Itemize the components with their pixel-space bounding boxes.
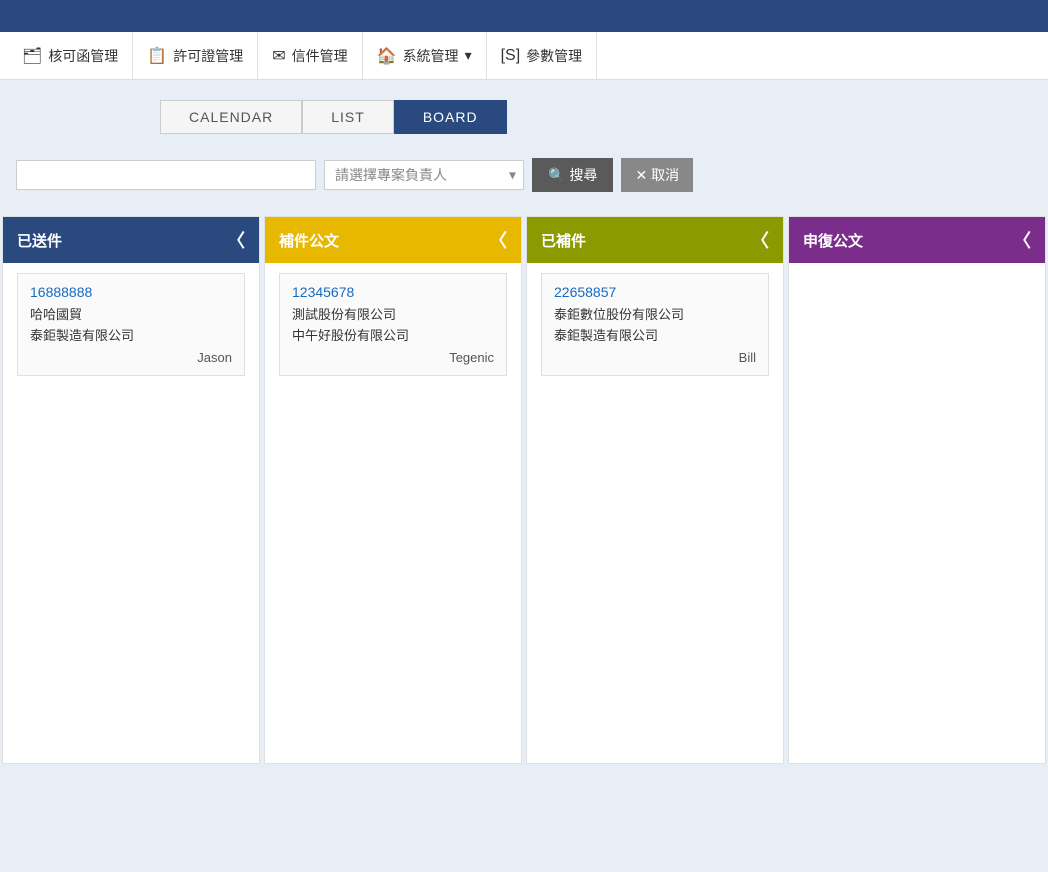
col-body-supplemented: 22658857 泰鉅數位股份有限公司泰鉅製造有限公司 Bill bbox=[527, 263, 783, 763]
card-assignee-12345678: Tegenic bbox=[292, 350, 494, 365]
board-column-supplement: 補件公文 〈 12345678 測試股份有限公司中午好股份有限公司 Tegenic bbox=[264, 216, 522, 764]
col-title-appeal: 申復公文 bbox=[803, 230, 863, 251]
search-button[interactable]: 🔍 搜尋 bbox=[532, 158, 613, 192]
dropdown-arrow-icon: ▾ bbox=[465, 47, 472, 64]
top-bar bbox=[0, 0, 1048, 32]
col-collapse-icon-sent[interactable]: 〈 bbox=[227, 227, 245, 253]
board-column-supplemented: 已補件 〈 22658857 泰鉅數位股份有限公司泰鉅製造有限公司 Bill bbox=[526, 216, 784, 764]
col-header-sent: 已送件 〈 bbox=[3, 217, 259, 263]
nav-label-system: 系統管理 bbox=[403, 46, 459, 66]
tabs-area: CALENDAR LIST BOARD bbox=[0, 80, 1048, 134]
col-title-supplemented: 已補件 bbox=[541, 230, 586, 251]
approval-icon: 🗂 bbox=[22, 46, 42, 66]
license-icon: 📋 bbox=[147, 46, 167, 66]
card-line-0: 測試股份有限公司 bbox=[292, 304, 494, 323]
nav-item-system[interactable]: 🏠 系統管理 ▾ bbox=[363, 32, 487, 79]
card-line-1: 泰鉅製造有限公司 bbox=[554, 325, 756, 344]
search-bar: 請選擇專案負責人 ▾ 🔍 搜尋 ✕ 取消 bbox=[0, 134, 1048, 216]
board-column-sent: 已送件 〈 16888888 哈哈國貿泰鉅製造有限公司 Jason bbox=[2, 216, 260, 764]
col-collapse-icon-supplement[interactable]: 〈 bbox=[489, 227, 507, 253]
nav-item-params[interactable]: [S] 參數管理 bbox=[487, 32, 598, 79]
card-id-22658857[interactable]: 22658857 bbox=[554, 284, 756, 300]
col-body-sent: 16888888 哈哈國貿泰鉅製造有限公司 Jason bbox=[3, 263, 259, 763]
col-body-appeal bbox=[789, 263, 1045, 763]
nav-label-mail: 信件管理 bbox=[292, 46, 348, 66]
board-column-appeal: 申復公文 〈 bbox=[788, 216, 1046, 764]
card-line-1: 泰鉅製造有限公司 bbox=[30, 325, 232, 344]
card-12345678: 12345678 測試股份有限公司中午好股份有限公司 Tegenic bbox=[279, 273, 507, 376]
params-icon: [S] bbox=[501, 47, 521, 65]
nav-bar: 🗂 核可函管理 📋 許可證管理 ✉ 信件管理 🏠 系統管理 ▾ [S] 參數管理 bbox=[0, 32, 1048, 80]
nav-item-license[interactable]: 📋 許可證管理 bbox=[133, 32, 258, 79]
card-line-0: 泰鉅數位股份有限公司 bbox=[554, 304, 756, 323]
card-assignee-16888888: Jason bbox=[30, 350, 232, 365]
nav-item-approval[interactable]: 🗂 核可函管理 bbox=[8, 32, 133, 79]
col-collapse-icon-appeal[interactable]: 〈 bbox=[1013, 227, 1031, 253]
col-header-supplemented: 已補件 〈 bbox=[527, 217, 783, 263]
card-line-1: 中午好股份有限公司 bbox=[292, 325, 494, 344]
col-header-supplement: 補件公文 〈 bbox=[265, 217, 521, 263]
col-title-sent: 已送件 bbox=[17, 230, 62, 251]
cancel-icon: ✕ bbox=[635, 167, 647, 184]
tab-calendar[interactable]: CALENDAR bbox=[160, 100, 302, 134]
nav-label-params: 參數管理 bbox=[526, 46, 582, 66]
search-input[interactable] bbox=[16, 160, 316, 190]
card-line-0: 哈哈國貿 bbox=[30, 304, 232, 323]
col-header-appeal: 申復公文 〈 bbox=[789, 217, 1045, 263]
card-id-12345678[interactable]: 12345678 bbox=[292, 284, 494, 300]
tab-board[interactable]: BOARD bbox=[394, 100, 507, 134]
col-collapse-icon-supplemented[interactable]: 〈 bbox=[751, 227, 769, 253]
mail-icon: ✉ bbox=[272, 46, 285, 66]
card-22658857: 22658857 泰鉅數位股份有限公司泰鉅製造有限公司 Bill bbox=[541, 273, 769, 376]
col-title-supplement: 補件公文 bbox=[279, 230, 339, 251]
search-icon: 🔍 bbox=[548, 167, 565, 184]
system-icon: 🏠 bbox=[377, 46, 397, 66]
select-wrap: 請選擇專案負責人 ▾ bbox=[324, 160, 524, 190]
col-body-supplement: 12345678 測試股份有限公司中午好股份有限公司 Tegenic bbox=[265, 263, 521, 763]
board-area: 已送件 〈 16888888 哈哈國貿泰鉅製造有限公司 Jason 補件公文 〈 123456… bbox=[0, 216, 1048, 764]
card-assignee-22658857: Bill bbox=[554, 350, 756, 365]
cancel-button[interactable]: ✕ 取消 bbox=[621, 158, 693, 192]
card-16888888: 16888888 哈哈國貿泰鉅製造有限公司 Jason bbox=[17, 273, 245, 376]
tab-list[interactable]: LIST bbox=[302, 100, 394, 134]
assignee-select[interactable]: 請選擇專案負責人 bbox=[324, 160, 524, 190]
nav-label-approval: 核可函管理 bbox=[48, 46, 118, 66]
card-id-16888888[interactable]: 16888888 bbox=[30, 284, 232, 300]
nav-label-license: 許可證管理 bbox=[173, 46, 243, 66]
nav-item-mail[interactable]: ✉ 信件管理 bbox=[258, 32, 362, 79]
